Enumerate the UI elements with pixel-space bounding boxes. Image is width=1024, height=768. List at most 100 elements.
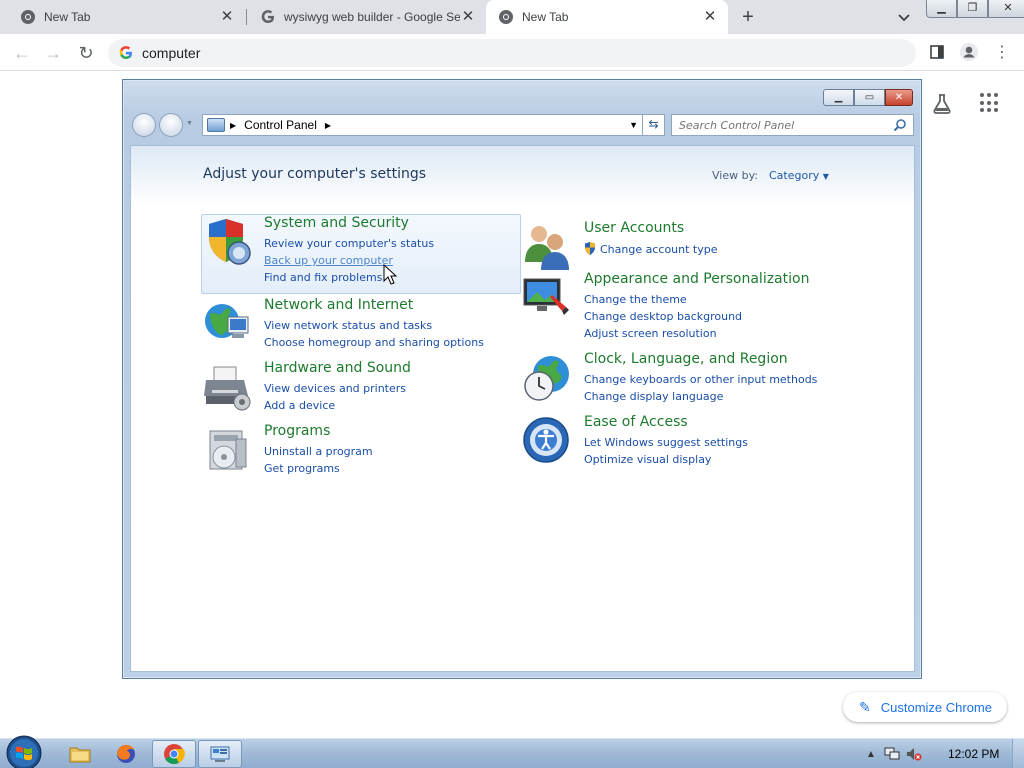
link-find-fix-problems[interactable]: Find and fix problems [264, 271, 382, 284]
cp-address-bar[interactable]: ▶ Control Panel ▶ ▼ ⇆ [202, 114, 665, 136]
link-devices-printers[interactable]: View devices and printers [264, 382, 406, 395]
forward-arrow-icon[interactable]: → [43, 43, 63, 63]
tab-new-tab-1[interactable]: New Tab ✕ [0, 0, 245, 34]
category-appearance[interactable]: Appearance and Personalization Change th… [522, 271, 852, 340]
category-title[interactable]: User Accounts [584, 220, 684, 236]
link-uninstall-program[interactable]: Uninstall a program [264, 445, 373, 458]
cp-close-button[interactable]: ✕ [885, 89, 913, 106]
customize-chrome-label: Customize Chrome [880, 699, 992, 715]
view-by-label: View by: [712, 169, 758, 182]
category-system-security[interactable]: System and Security Review your computer… [201, 214, 521, 294]
category-hardware-sound[interactable]: Hardware and Sound View devices and prin… [202, 360, 522, 420]
link-add-device[interactable]: Add a device [264, 399, 335, 412]
monitor-paint-icon [523, 278, 569, 315]
category-title[interactable]: Hardware and Sound [264, 360, 411, 376]
ease-of-access-icon [523, 417, 569, 463]
category-clock-language[interactable]: Clock, Language, and Region Change keybo… [522, 351, 852, 411]
category-title[interactable]: Appearance and Personalization [584, 271, 809, 287]
new-tab-button[interactable]: + [736, 5, 760, 29]
tab-new-tab-active[interactable]: New Tab ✕ [486, 0, 728, 34]
view-by-dropdown[interactable]: Category ▼ [769, 169, 829, 182]
category-programs[interactable]: Programs Uninstall a program Get program… [202, 423, 522, 483]
google-g-icon [119, 46, 132, 59]
restore-button[interactable]: ❐ [957, 0, 988, 18]
refresh-icon[interactable]: ⇆ [642, 114, 664, 136]
link-change-account-type[interactable]: Change account type [584, 242, 718, 256]
tab-close-icon[interactable]: ✕ [460, 9, 476, 25]
address-bar[interactable]: computer [108, 39, 916, 67]
volume-muted-icon[interactable] [906, 747, 922, 761]
link-back-up-computer[interactable]: Back up your computer [264, 254, 393, 267]
network-globe-icon [205, 304, 249, 338]
link-network-status[interactable]: View network status and tasks [264, 319, 432, 332]
taskbar-chrome[interactable] [152, 740, 196, 768]
chevron-down-icon: ▼ [822, 172, 829, 181]
category-title[interactable]: Network and Internet [264, 297, 413, 313]
labs-flask-icon[interactable] [930, 92, 954, 116]
link-change-theme[interactable]: Change the theme [584, 293, 687, 306]
profile-icon[interactable] [959, 42, 979, 62]
category-network-internet[interactable]: Network and Internet View network status… [202, 297, 522, 357]
minimize-button[interactable]: ▁ [926, 0, 957, 18]
start-button-icon[interactable] [4, 733, 44, 768]
back-arrow-icon[interactable]: ← [12, 43, 32, 63]
link-review-status[interactable]: Review your computer's status [264, 237, 434, 250]
tab-search-chevron-icon[interactable] [895, 8, 913, 26]
control-panel-window: ▁ ▭ ✕ ▼ ▶ Control Panel ▶ ▼ ⇆ Adjust you… [122, 79, 922, 679]
tab-close-icon[interactable]: ✕ [219, 9, 235, 25]
side-panel-icon[interactable] [929, 44, 945, 60]
link-screen-resolution[interactable]: Adjust screen resolution [584, 327, 717, 340]
customize-chrome-button[interactable]: ✎ Customize Chrome [843, 692, 1007, 722]
link-display-language[interactable]: Change display language [584, 390, 723, 403]
address-dropdown-icon[interactable]: ▼ [629, 120, 638, 130]
taskbar-control-panel[interactable] [198, 740, 242, 768]
cp-forward-icon[interactable] [159, 113, 183, 137]
more-vert-icon[interactable]: ⋮ [992, 43, 1012, 63]
cp-back-icon[interactable] [132, 113, 156, 137]
breadcrumb-arrow-icon[interactable]: ▶ [325, 121, 331, 130]
link-optimize-display[interactable]: Optimize visual display [584, 453, 711, 466]
tab-title: New Tab [522, 10, 569, 24]
network-tray-icon[interactable] [884, 747, 900, 761]
cp-window-controls: ▁ ▭ ✕ [823, 89, 913, 106]
close-window-button[interactable]: ✕ [988, 0, 1024, 18]
category-title[interactable]: Ease of Access [584, 414, 688, 430]
category-user-accounts[interactable]: User Accounts Change account type [522, 220, 852, 270]
link-homegroup-sharing[interactable]: Choose homegroup and sharing options [264, 336, 484, 349]
google-apps-icon[interactable] [980, 93, 1000, 113]
chrome-favicon-icon [21, 10, 35, 24]
cp-search-input[interactable] [679, 118, 889, 132]
link-desktop-background[interactable]: Change desktop background [584, 310, 742, 323]
view-by-value: Category [769, 169, 820, 182]
show-hidden-icons-icon[interactable]: ▲ [866, 749, 876, 760]
taskbar-clock[interactable]: 12:02 PM [948, 747, 999, 761]
cp-search-box[interactable] [671, 114, 914, 136]
browser-toolbar: ← → ↻ computer ⋮ [0, 34, 1024, 71]
link-change-keyboards[interactable]: Change keyboards or other input methods [584, 373, 817, 386]
category-ease-of-access[interactable]: Ease of Access Let Windows suggest setti… [522, 414, 852, 474]
breadcrumb-arrow-icon[interactable]: ▶ [230, 121, 236, 130]
reload-icon[interactable]: ↻ [76, 43, 96, 63]
clock-globe-icon [524, 356, 569, 401]
nav-buttons: ▼ [132, 112, 194, 138]
taskbar-explorer[interactable] [58, 740, 102, 768]
taskbar-firefox[interactable] [104, 740, 148, 768]
recent-pages-chevron-icon[interactable]: ▼ [186, 120, 193, 127]
breadcrumb[interactable]: Control Panel [244, 118, 317, 132]
address-bar-text: computer [142, 45, 201, 61]
category-title[interactable]: Clock, Language, and Region [584, 351, 788, 367]
category-title[interactable]: Programs [264, 423, 330, 439]
cp-minimize-button[interactable]: ▁ [823, 89, 854, 106]
show-desktop-button[interactable] [1012, 739, 1024, 768]
cp-maximize-button[interactable]: ▭ [854, 89, 885, 106]
link-get-programs[interactable]: Get programs [264, 462, 340, 475]
tab-close-icon[interactable]: ✕ [702, 9, 718, 25]
users-icon [525, 226, 569, 270]
chrome-icon [164, 744, 185, 765]
link-windows-suggest[interactable]: Let Windows suggest settings [584, 436, 748, 449]
category-title[interactable]: System and Security [264, 215, 409, 231]
cp-content-pane: Adjust your computer's settings View by:… [130, 145, 915, 672]
search-icon[interactable] [893, 118, 907, 132]
tab-title: New Tab [44, 10, 91, 24]
tab-google-search[interactable]: wysiwyg web builder - Google Se ✕ [240, 0, 486, 34]
